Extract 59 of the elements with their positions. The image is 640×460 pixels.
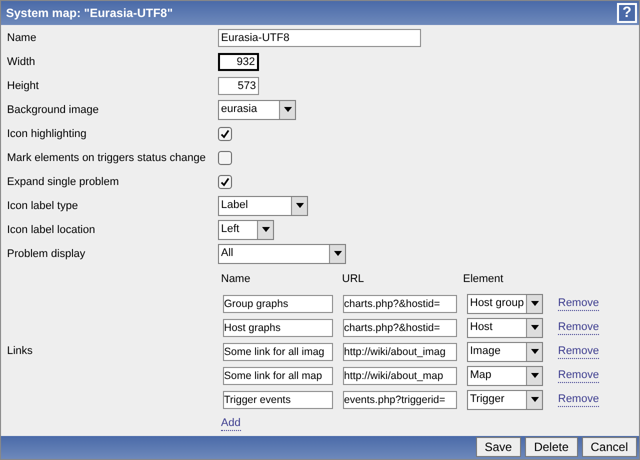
caret-icon <box>526 318 542 337</box>
caret-icon <box>291 196 307 215</box>
number-field[interactable]: 573 <box>218 76 259 95</box>
dropdown[interactable]: Host <box>467 318 543 338</box>
field-label: Background image <box>6 102 100 118</box>
dropdown[interactable]: Left <box>218 220 274 240</box>
url-field[interactable]: charts.php?&hostid= <box>343 294 457 313</box>
caret-icon <box>279 100 295 119</box>
footer-button[interactable]: Delete <box>524 437 578 458</box>
column-header: Name <box>221 272 252 287</box>
field-label: Links <box>7 344 33 359</box>
link-name-field[interactable]: Trigger events <box>223 390 333 409</box>
help-button[interactable]: ? <box>617 2 637 23</box>
add-link[interactable]: Add <box>221 416 241 431</box>
field-label: Icon label type <box>6 198 79 214</box>
remove-link[interactable]: Remove <box>558 392 599 407</box>
url-field[interactable]: charts.php?&hostid= <box>343 318 457 337</box>
column-header: Element <box>463 272 504 287</box>
footer-button[interactable]: Cancel <box>582 437 637 458</box>
url-field[interactable]: events.php?triggerid= <box>343 390 457 409</box>
name-field[interactable]: Eurasia-UTF8 <box>218 28 421 47</box>
dropdown[interactable]: Host group <box>467 294 543 314</box>
link-name-field[interactable]: Host graphs <box>223 318 333 337</box>
dropdown[interactable]: Label <box>218 196 308 216</box>
field-label: Problem display <box>6 246 86 262</box>
number-field[interactable]: 932 <box>218 52 259 71</box>
dropdown[interactable]: Trigger <box>467 390 543 410</box>
checkbox[interactable] <box>218 174 232 189</box>
dropdown[interactable]: Map <box>467 366 543 386</box>
url-field[interactable]: http://wiki/about_imag <box>343 342 457 361</box>
field-label: Width <box>6 54 36 70</box>
field-label: Mark elements on triggers status change <box>6 150 207 166</box>
caret-icon <box>329 244 345 263</box>
checkbox[interactable] <box>218 150 232 165</box>
dropdown[interactable]: Image <box>467 342 543 362</box>
checkbox[interactable] <box>218 126 232 141</box>
dropdown[interactable]: All <box>218 244 346 264</box>
field-label: Expand single problem <box>6 174 120 190</box>
remove-link[interactable]: Remove <box>558 368 599 383</box>
caret-icon <box>526 294 542 313</box>
remove-link[interactable]: Remove <box>558 296 599 311</box>
link-name-field[interactable]: Some link for all map <box>223 366 333 385</box>
caret-icon <box>526 366 542 385</box>
caret-icon <box>257 220 273 239</box>
field-label: Icon label location <box>6 222 96 238</box>
caret-icon <box>526 342 542 361</box>
field-label: Name <box>6 30 38 46</box>
caret-icon <box>526 390 542 409</box>
window-title: System map: "Eurasia-UTF8" <box>6 4 173 22</box>
field-label: Height <box>6 78 40 94</box>
link-name-field[interactable]: Some link for all imag <box>223 342 333 361</box>
link-name-field[interactable]: Group graphs <box>223 294 333 313</box>
column-header: URL <box>342 272 366 287</box>
dropdown[interactable]: eurasia <box>218 100 296 120</box>
footer-button[interactable]: Save <box>476 437 521 458</box>
url-field[interactable]: http://wiki/about_map <box>343 366 457 385</box>
remove-link[interactable]: Remove <box>558 320 599 335</box>
remove-link[interactable]: Remove <box>558 344 599 359</box>
field-label: Icon highlighting <box>6 126 88 142</box>
